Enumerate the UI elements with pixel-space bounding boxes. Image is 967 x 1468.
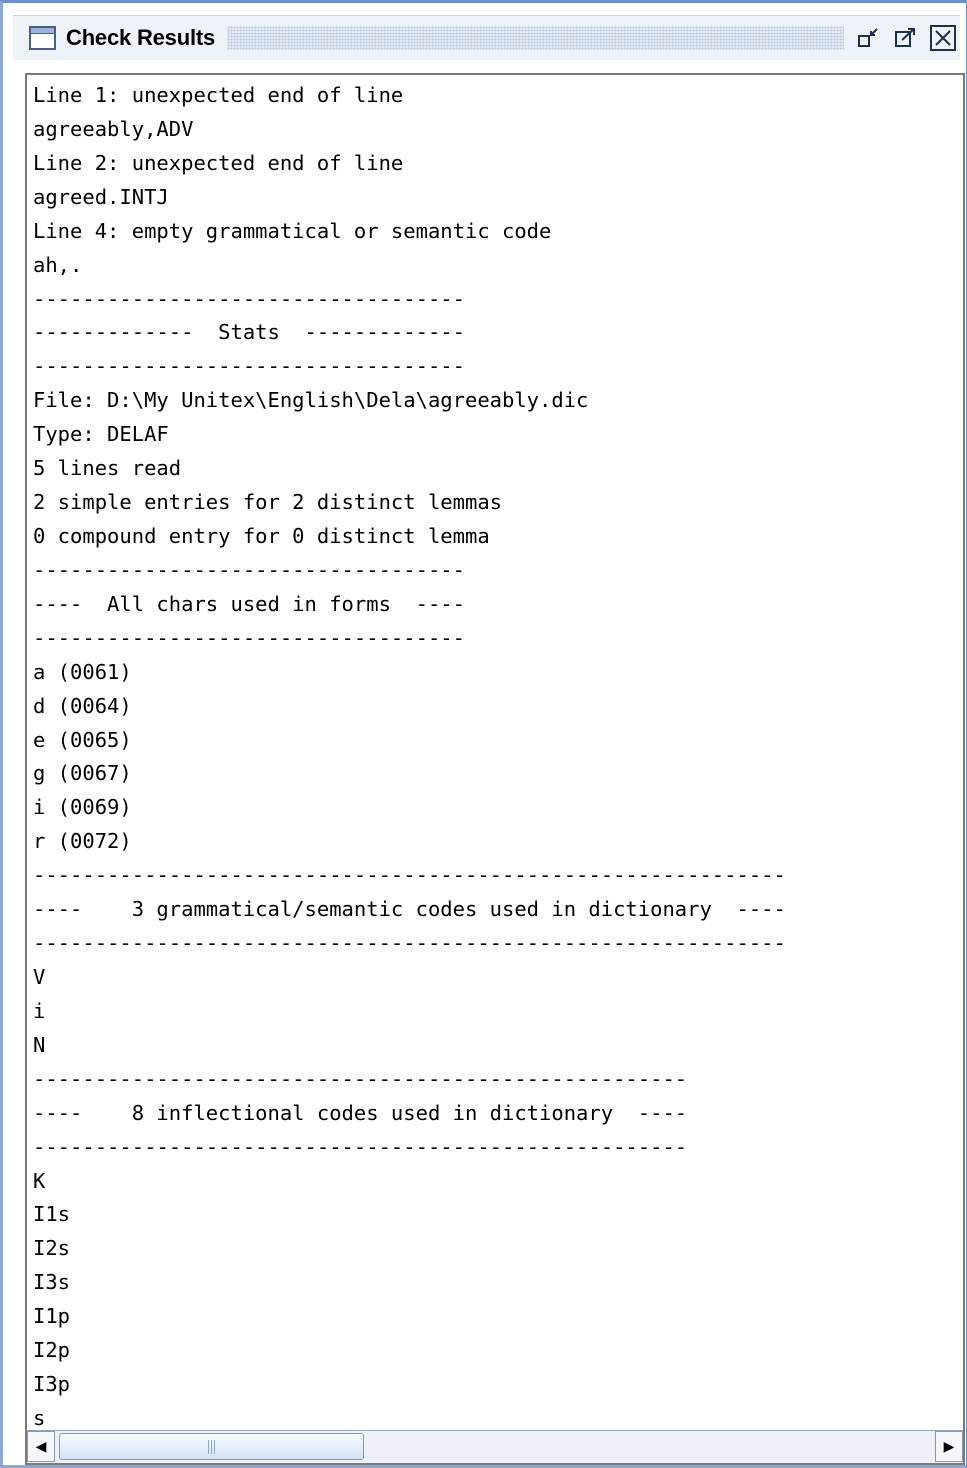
result-line: ---- All chars used in forms ---- [33,591,465,616]
result-line: N [33,1032,46,1057]
result-line: ----------------------------------------… [33,1066,688,1091]
result-line: I3p [33,1372,71,1397]
result-line: I3s [33,1270,71,1295]
result-line: s [33,1405,46,1430]
result-line: I2p [33,1338,71,1363]
result-line: 5 lines read [33,456,182,481]
result-line: g (0067) [33,761,132,786]
window-icon [29,26,56,50]
result-line: ----------------------------------- [33,625,465,650]
horizontal-scrollbar[interactable]: ◀ ▶ [27,1430,963,1463]
results-text-area[interactable]: Line 1: unexpected end of line agreeably,… [33,79,963,1431]
result-line: ah,. [33,252,83,277]
result-line: agreeably,ADV [33,116,194,141]
result-line: i [33,998,46,1023]
result-line: ----------------------------------- [33,354,465,379]
result-line: ----------------------------------------… [33,863,786,888]
maximize-icon[interactable] [892,24,920,52]
result-line: 0 compound entry for 0 distinct lemma [33,523,490,548]
result-line: File: D:\My Unitex\English\Dela\agreeabl… [33,388,589,413]
result-line: I1s [33,1202,71,1227]
result-line: ----------------------------------- [33,557,465,582]
result-line: agreed.INTJ [33,184,169,209]
result-line: ------------- Stats ------------- [33,320,465,345]
result-line: Line 1: unexpected end of line [33,83,404,107]
check-results-window: Check Results Line 1: unexpected end of [0,0,967,1468]
scroll-track[interactable] [55,1431,935,1463]
result-line: I1p [33,1304,71,1329]
result-line: e (0065) [33,727,132,752]
result-line: a (0061) [33,659,132,684]
result-line: d (0064) [33,693,132,718]
grip-icon [207,1440,217,1454]
result-line: ----------------------------------------… [33,1134,688,1159]
result-line: ---- 8 inflectional codes used in dictio… [33,1100,688,1125]
scroll-left-button[interactable]: ◀ [27,1431,55,1462]
scroll-thumb[interactable] [59,1433,364,1460]
result-line: V [33,964,46,989]
result-line: Type: DELAF [33,422,169,447]
result-line: Line 4: empty grammatical or semantic co… [33,218,552,243]
result-line: I2s [33,1236,71,1261]
minimize-icon[interactable] [854,24,882,52]
result-line: ---- 3 grammatical/semantic codes used i… [33,897,786,922]
result-line: r (0072) [33,829,132,854]
result-line: ----------------------------------------… [33,931,786,956]
results-panel: Line 1: unexpected end of line agreeably,… [25,73,965,1465]
result-line: Line 2: unexpected end of line [33,150,404,175]
result-line: 2 simple entries for 2 distinct lemmas [33,490,502,515]
title-bar-texture [227,26,844,50]
result-line: K [33,1168,46,1193]
arrow-left-icon: ◀ [35,1438,47,1455]
close-icon[interactable] [930,25,956,51]
result-line: ----------------------------------- [33,286,465,311]
window-title: Check Results [66,25,216,50]
title-bar[interactable]: Check Results [13,15,960,60]
scroll-right-button[interactable]: ▶ [935,1431,963,1462]
arrow-right-icon: ▶ [943,1438,955,1455]
result-line: i (0069) [33,795,132,820]
